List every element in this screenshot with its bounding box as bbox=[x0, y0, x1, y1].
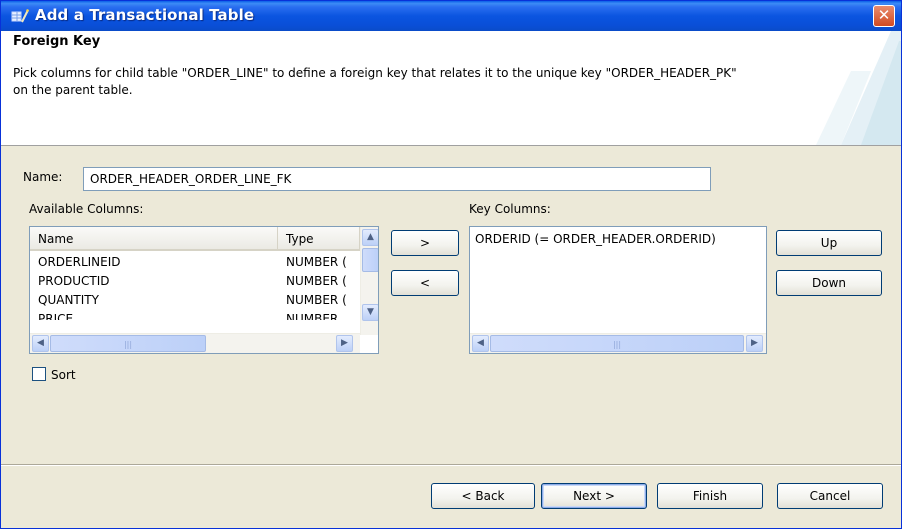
close-button[interactable]: ✕ bbox=[873, 5, 895, 27]
wizard-header: Foreign Key Pick columns for child table… bbox=[1, 31, 901, 146]
chevron-left-icon: ◀ bbox=[477, 338, 484, 348]
key-columns-list[interactable]: ORDERID (= ORDER_HEADER.ORDERID) ◀ ||| ▶ bbox=[469, 226, 767, 354]
column-header-name[interactable]: Name bbox=[30, 227, 278, 251]
next-label: Next > bbox=[573, 489, 615, 503]
cell-type: NUMBER ( bbox=[286, 274, 347, 288]
remove-column-label: < bbox=[419, 276, 431, 290]
list-item[interactable]: ORDERID (= ORDER_HEADER.ORDERID) bbox=[475, 230, 763, 249]
chevron-down-icon: ▼ bbox=[367, 307, 374, 317]
back-label: < Back bbox=[461, 489, 505, 503]
cell-type: NUMBER ( bbox=[286, 293, 347, 307]
next-button[interactable]: Next > bbox=[541, 483, 647, 509]
chevron-up-icon: ▲ bbox=[367, 232, 374, 242]
cell-type: NUMBER bbox=[286, 312, 339, 320]
cancel-button[interactable]: Cancel bbox=[777, 483, 883, 509]
cell-name: PRICE bbox=[38, 312, 74, 320]
add-column-button[interactable]: > bbox=[391, 230, 459, 256]
key-columns-label: Key Columns: bbox=[469, 202, 551, 216]
table-row[interactable]: QUANTITY bbox=[38, 291, 276, 310]
horizontal-scroll-thumb[interactable]: ||| bbox=[50, 335, 206, 352]
chevron-right-icon: ▶ bbox=[341, 338, 348, 348]
scroll-right-button[interactable]: ▶ bbox=[746, 335, 763, 352]
horizontal-scroll-thumb[interactable]: ||| bbox=[490, 335, 744, 352]
cell-name: QUANTITY bbox=[38, 293, 99, 307]
cell-name: ORDERLINEID bbox=[38, 255, 121, 269]
cell-type: NUMBER ( bbox=[286, 255, 347, 269]
move-down-label: Down bbox=[811, 276, 846, 290]
horizontal-scrollbar[interactable]: ◀ ||| ▶ bbox=[30, 333, 360, 353]
close-icon: ✕ bbox=[877, 6, 891, 24]
table-row[interactable]: PRODUCTID bbox=[38, 272, 276, 291]
available-columns-table[interactable]: Name Type ORDERLINEID NUMBER ( PRODUCTID… bbox=[29, 226, 379, 354]
horizontal-scrollbar[interactable]: ◀ ||| ▶ bbox=[470, 333, 766, 353]
grip-icon: ||| bbox=[123, 340, 133, 349]
scroll-right-button[interactable]: ▶ bbox=[336, 335, 353, 352]
table-row[interactable]: NUMBER bbox=[286, 310, 358, 320]
header-banner-graphic bbox=[781, 31, 901, 145]
grip-icon: ||| bbox=[612, 340, 622, 349]
finish-label: Finish bbox=[692, 489, 728, 503]
key-column-item: ORDERID (= ORDER_HEADER.ORDERID) bbox=[475, 232, 716, 246]
sort-checkbox[interactable] bbox=[32, 367, 46, 381]
column-header-type[interactable]: Type bbox=[278, 227, 360, 251]
table-wizard-icon bbox=[11, 9, 29, 23]
scroll-up-button[interactable]: ▲ bbox=[362, 229, 378, 246]
table-row[interactable]: NUMBER ( bbox=[286, 291, 358, 310]
scroll-down-button[interactable]: ▼ bbox=[362, 304, 378, 321]
page-description: Pick columns for child table "ORDER_LINE… bbox=[13, 66, 737, 97]
move-down-button[interactable]: Down bbox=[776, 270, 882, 296]
add-column-label: > bbox=[419, 236, 431, 250]
table-row[interactable]: NUMBER ( bbox=[286, 253, 358, 272]
dialog-window: Add a Transactional Table ✕ Foreign Key … bbox=[0, 0, 902, 529]
back-button[interactable]: < Back bbox=[431, 483, 535, 509]
vertical-scrollbar[interactable]: ▲ ▼ bbox=[360, 227, 378, 335]
table-row[interactable]: PRICE bbox=[38, 310, 276, 320]
footer-divider bbox=[1, 464, 901, 466]
table-row[interactable]: ORDERLINEID bbox=[38, 253, 276, 272]
sort-label[interactable]: Sort bbox=[51, 368, 76, 382]
name-label: Name: bbox=[23, 170, 63, 184]
title-bar[interactable]: Add a Transactional Table ✕ bbox=[1, 1, 901, 31]
move-up-button[interactable]: Up bbox=[776, 230, 882, 256]
finish-button[interactable]: Finish bbox=[657, 483, 763, 509]
cancel-label: Cancel bbox=[809, 489, 851, 503]
chevron-left-icon: ◀ bbox=[37, 338, 44, 348]
window-title: Add a Transactional Table bbox=[35, 6, 255, 24]
remove-column-button[interactable]: < bbox=[391, 270, 459, 296]
page-title: Foreign Key bbox=[13, 34, 101, 49]
scroll-left-button[interactable]: ◀ bbox=[32, 335, 49, 352]
cell-name: PRODUCTID bbox=[38, 274, 110, 288]
table-row[interactable]: NUMBER ( bbox=[286, 272, 358, 291]
scroll-left-button[interactable]: ◀ bbox=[472, 335, 489, 352]
vertical-scroll-thumb[interactable] bbox=[362, 248, 378, 272]
chevron-right-icon: ▶ bbox=[751, 338, 758, 348]
available-columns-label: Available Columns: bbox=[29, 202, 144, 216]
fk-name-input[interactable] bbox=[83, 167, 711, 191]
move-up-label: Up bbox=[820, 236, 838, 250]
